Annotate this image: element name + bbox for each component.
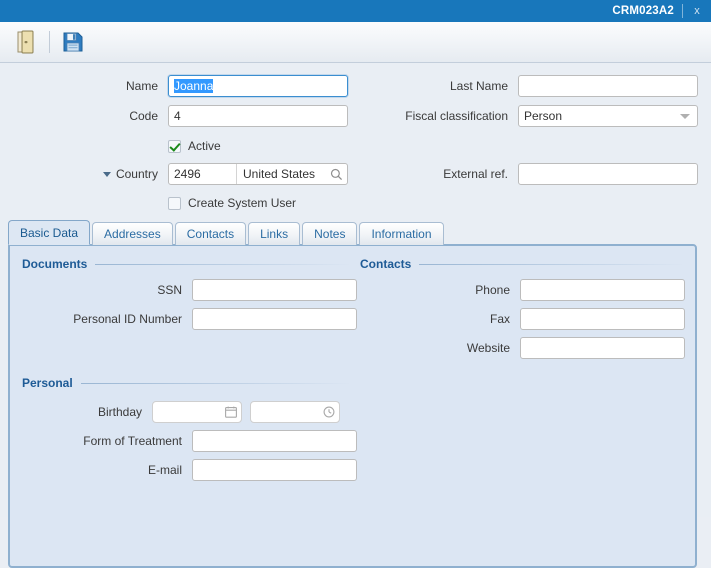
field-create-system-user[interactable]: Create System User xyxy=(168,192,296,214)
documents-group-header: Documents xyxy=(22,257,352,271)
form-area: Name Joanna Code 4 Active Country 2496 U… xyxy=(0,63,711,568)
personal-id-label: Personal ID Number xyxy=(73,312,182,326)
birthday-label: Birthday xyxy=(97,405,142,419)
external-ref-label: External ref. xyxy=(443,167,508,181)
tab-addresses-label: Addresses xyxy=(104,227,161,241)
clock-icon[interactable] xyxy=(323,406,335,418)
field-phone: Phone xyxy=(360,279,690,301)
code-input[interactable]: 4 xyxy=(168,105,348,127)
window-title-bar: CRM023A2 x xyxy=(0,0,711,22)
email-input[interactable] xyxy=(192,459,357,481)
fax-input[interactable] xyxy=(520,308,685,330)
ssn-input[interactable] xyxy=(192,279,357,301)
chevron-down-icon[interactable] xyxy=(102,171,111,177)
create-system-user-checkbox[interactable] xyxy=(168,196,181,210)
tab-contacts[interactable]: Contacts xyxy=(174,222,247,245)
personal-group-title: Personal xyxy=(22,376,73,390)
create-system-user-label: Create System User xyxy=(188,196,297,210)
door-exit-icon xyxy=(15,30,37,54)
documents-group-title: Documents xyxy=(22,257,88,271)
calendar-icon[interactable] xyxy=(225,406,237,418)
birthday-time-input[interactable] xyxy=(250,401,340,423)
field-name: Name Joanna xyxy=(52,75,350,97)
country-code-value[interactable]: 2496 xyxy=(169,164,237,184)
fiscal-classification-select[interactable]: Person xyxy=(518,105,698,127)
personal-id-input[interactable] xyxy=(192,308,357,330)
field-fax: Fax xyxy=(360,308,690,330)
last-name-label: Last Name xyxy=(449,79,508,93)
tab-information-label: Information xyxy=(371,227,432,241)
phone-label: Phone xyxy=(475,283,510,297)
field-code: Code 4 xyxy=(52,105,350,127)
fax-label: Fax xyxy=(489,312,510,326)
birthday-date-input[interactable] xyxy=(152,401,242,423)
field-country: Country 2496 United States xyxy=(52,163,350,185)
documents-group-divider xyxy=(95,263,352,265)
code-label: Code xyxy=(129,109,158,123)
tab-notes[interactable]: Notes xyxy=(302,222,358,245)
tab-links-label: Links xyxy=(260,227,289,241)
contacts-group-divider xyxy=(419,263,685,265)
fiscal-classification-value: Person xyxy=(524,109,563,123)
field-external-ref: External ref. xyxy=(392,163,700,185)
field-birthday: Birthday xyxy=(22,401,367,423)
save-button[interactable] xyxy=(56,25,90,59)
external-ref-input[interactable] xyxy=(518,163,698,185)
main-toolbar xyxy=(0,22,711,63)
country-combo[interactable]: 2496 United States xyxy=(168,163,348,185)
chevron-down-icon[interactable] xyxy=(680,113,690,119)
fiscal-classification-label: Fiscal classification xyxy=(405,109,508,123)
phone-input[interactable] xyxy=(520,279,685,301)
tab-links[interactable]: Links xyxy=(248,222,301,245)
field-personal-id: Personal ID Number xyxy=(22,308,362,330)
active-label: Active xyxy=(188,139,221,153)
tab-information[interactable]: Information xyxy=(359,222,444,245)
name-input[interactable]: Joanna xyxy=(168,75,348,97)
window-tab-label: CRM023A2 xyxy=(612,5,674,17)
form-of-treatment-label: Form of Treatment xyxy=(83,434,182,448)
field-ssn: SSN xyxy=(22,279,362,301)
tab-basic-data[interactable]: Basic Data xyxy=(8,220,91,245)
search-icon[interactable] xyxy=(325,164,347,184)
last-name-input[interactable] xyxy=(518,75,698,97)
tab-basic-data-label: Basic Data xyxy=(20,225,79,240)
ssn-label: SSN xyxy=(157,283,182,297)
field-active[interactable]: Active xyxy=(168,135,221,157)
floppy-save-icon xyxy=(62,31,84,53)
field-form-of-treatment: Form of Treatment xyxy=(22,430,362,452)
field-website: Website xyxy=(360,337,690,359)
name-input-value: Joanna xyxy=(174,79,214,93)
toolbar-separator xyxy=(49,31,50,53)
field-last-name: Last Name xyxy=(392,75,700,97)
tab-addresses[interactable]: Addresses xyxy=(92,222,173,245)
close-icon[interactable]: x xyxy=(683,0,711,22)
website-label: Website xyxy=(466,341,510,355)
tab-strip: Basic Data Addresses Contacts Links Note… xyxy=(8,220,700,245)
website-input[interactable] xyxy=(520,337,685,359)
personal-group-header: Personal xyxy=(22,376,352,390)
name-label: Name xyxy=(125,79,158,93)
window-tab-crm023a2[interactable]: CRM023A2 xyxy=(598,0,682,22)
field-fiscal-classification: Fiscal classification Person xyxy=(392,105,700,127)
basic-data-panel: Documents SSN Personal ID Number Contact… xyxy=(8,244,697,568)
email-label: E-mail xyxy=(147,463,182,477)
form-of-treatment-input[interactable] xyxy=(192,430,357,452)
field-email: E-mail xyxy=(22,459,362,481)
active-checkbox[interactable] xyxy=(168,139,181,153)
personal-group-divider xyxy=(80,382,352,384)
exit-button[interactable] xyxy=(9,25,43,59)
tab-contacts-label: Contacts xyxy=(186,227,235,241)
code-input-value: 4 xyxy=(174,109,181,123)
country-name-value[interactable]: United States xyxy=(237,164,325,184)
country-label: Country xyxy=(115,167,158,181)
contacts-group-header: Contacts xyxy=(360,257,685,271)
contacts-group-title: Contacts xyxy=(360,257,412,271)
tab-notes-label: Notes xyxy=(314,227,346,241)
